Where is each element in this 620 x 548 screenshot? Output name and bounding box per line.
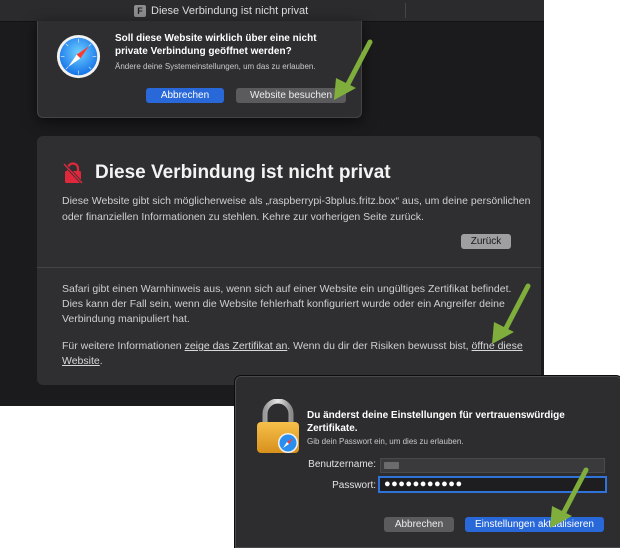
annotation-arrow-icon (550, 467, 589, 528)
annotation-arrow-icon (334, 39, 373, 100)
warning-card: Diese Verbindung ist nicht privat Diese … (37, 136, 541, 385)
warning-title: Diese Verbindung ist nicht privat (95, 162, 391, 183)
more-info-middle: . Wenn du dir der Risiken bewusst bist, (287, 340, 472, 352)
titlebar-divider (405, 3, 406, 18)
title-bar: F Diese Verbindung ist nicht privat (0, 0, 544, 22)
alert-subtitle: Ändere deine Systemeinstellungen, um das… (115, 62, 316, 71)
back-button[interactable]: Zurück (461, 234, 511, 249)
auth-title: Du änderst deine Einstellungen für vertr… (307, 410, 565, 434)
favicon-icon: F (134, 4, 146, 17)
lock-icon (257, 399, 299, 453)
username-label: Benutzername: (308, 459, 376, 470)
broken-lock-icon (62, 162, 84, 184)
tab-title[interactable]: F Diese Verbindung ist nicht privat (134, 3, 308, 18)
auth-cancel-button[interactable]: Abbrechen (384, 517, 454, 532)
warning-description: Diese Website gibt sich möglicherweise a… (62, 195, 531, 223)
redacted-username (384, 462, 399, 469)
show-certificate-link[interactable]: zeige das Zertifikat an (185, 340, 288, 352)
password-label: Passwort: (332, 480, 376, 491)
more-info-text: Für weitere Informationen zeige das Zert… (62, 339, 534, 369)
alert-title: Soll diese Website wirklich über eine ni… (115, 33, 317, 57)
browser-window: F Diese Verbindung ist nicht privat Soll… (0, 0, 544, 406)
visit-website-alert: Soll diese Website wirklich über eine ni… (37, 21, 362, 118)
window-title: Diese Verbindung ist nicht privat (151, 4, 309, 17)
alert-cancel-button[interactable]: Abbrechen (146, 88, 224, 103)
annotation-arrow-icon (492, 283, 531, 344)
more-info-prefix: Für weitere Informationen (62, 340, 185, 352)
safari-compass-icon (56, 34, 101, 79)
more-info-suffix: . (99, 355, 103, 367)
auth-subtitle: Gib dein Passwort ein, um dies zu erlaub… (307, 437, 464, 446)
password-mask: ●●●●●●●●●●● (384, 478, 463, 490)
certificate-explanation: Safari gibt einen Warnhinweis aus, wenn … (62, 283, 512, 325)
card-divider (37, 267, 541, 268)
